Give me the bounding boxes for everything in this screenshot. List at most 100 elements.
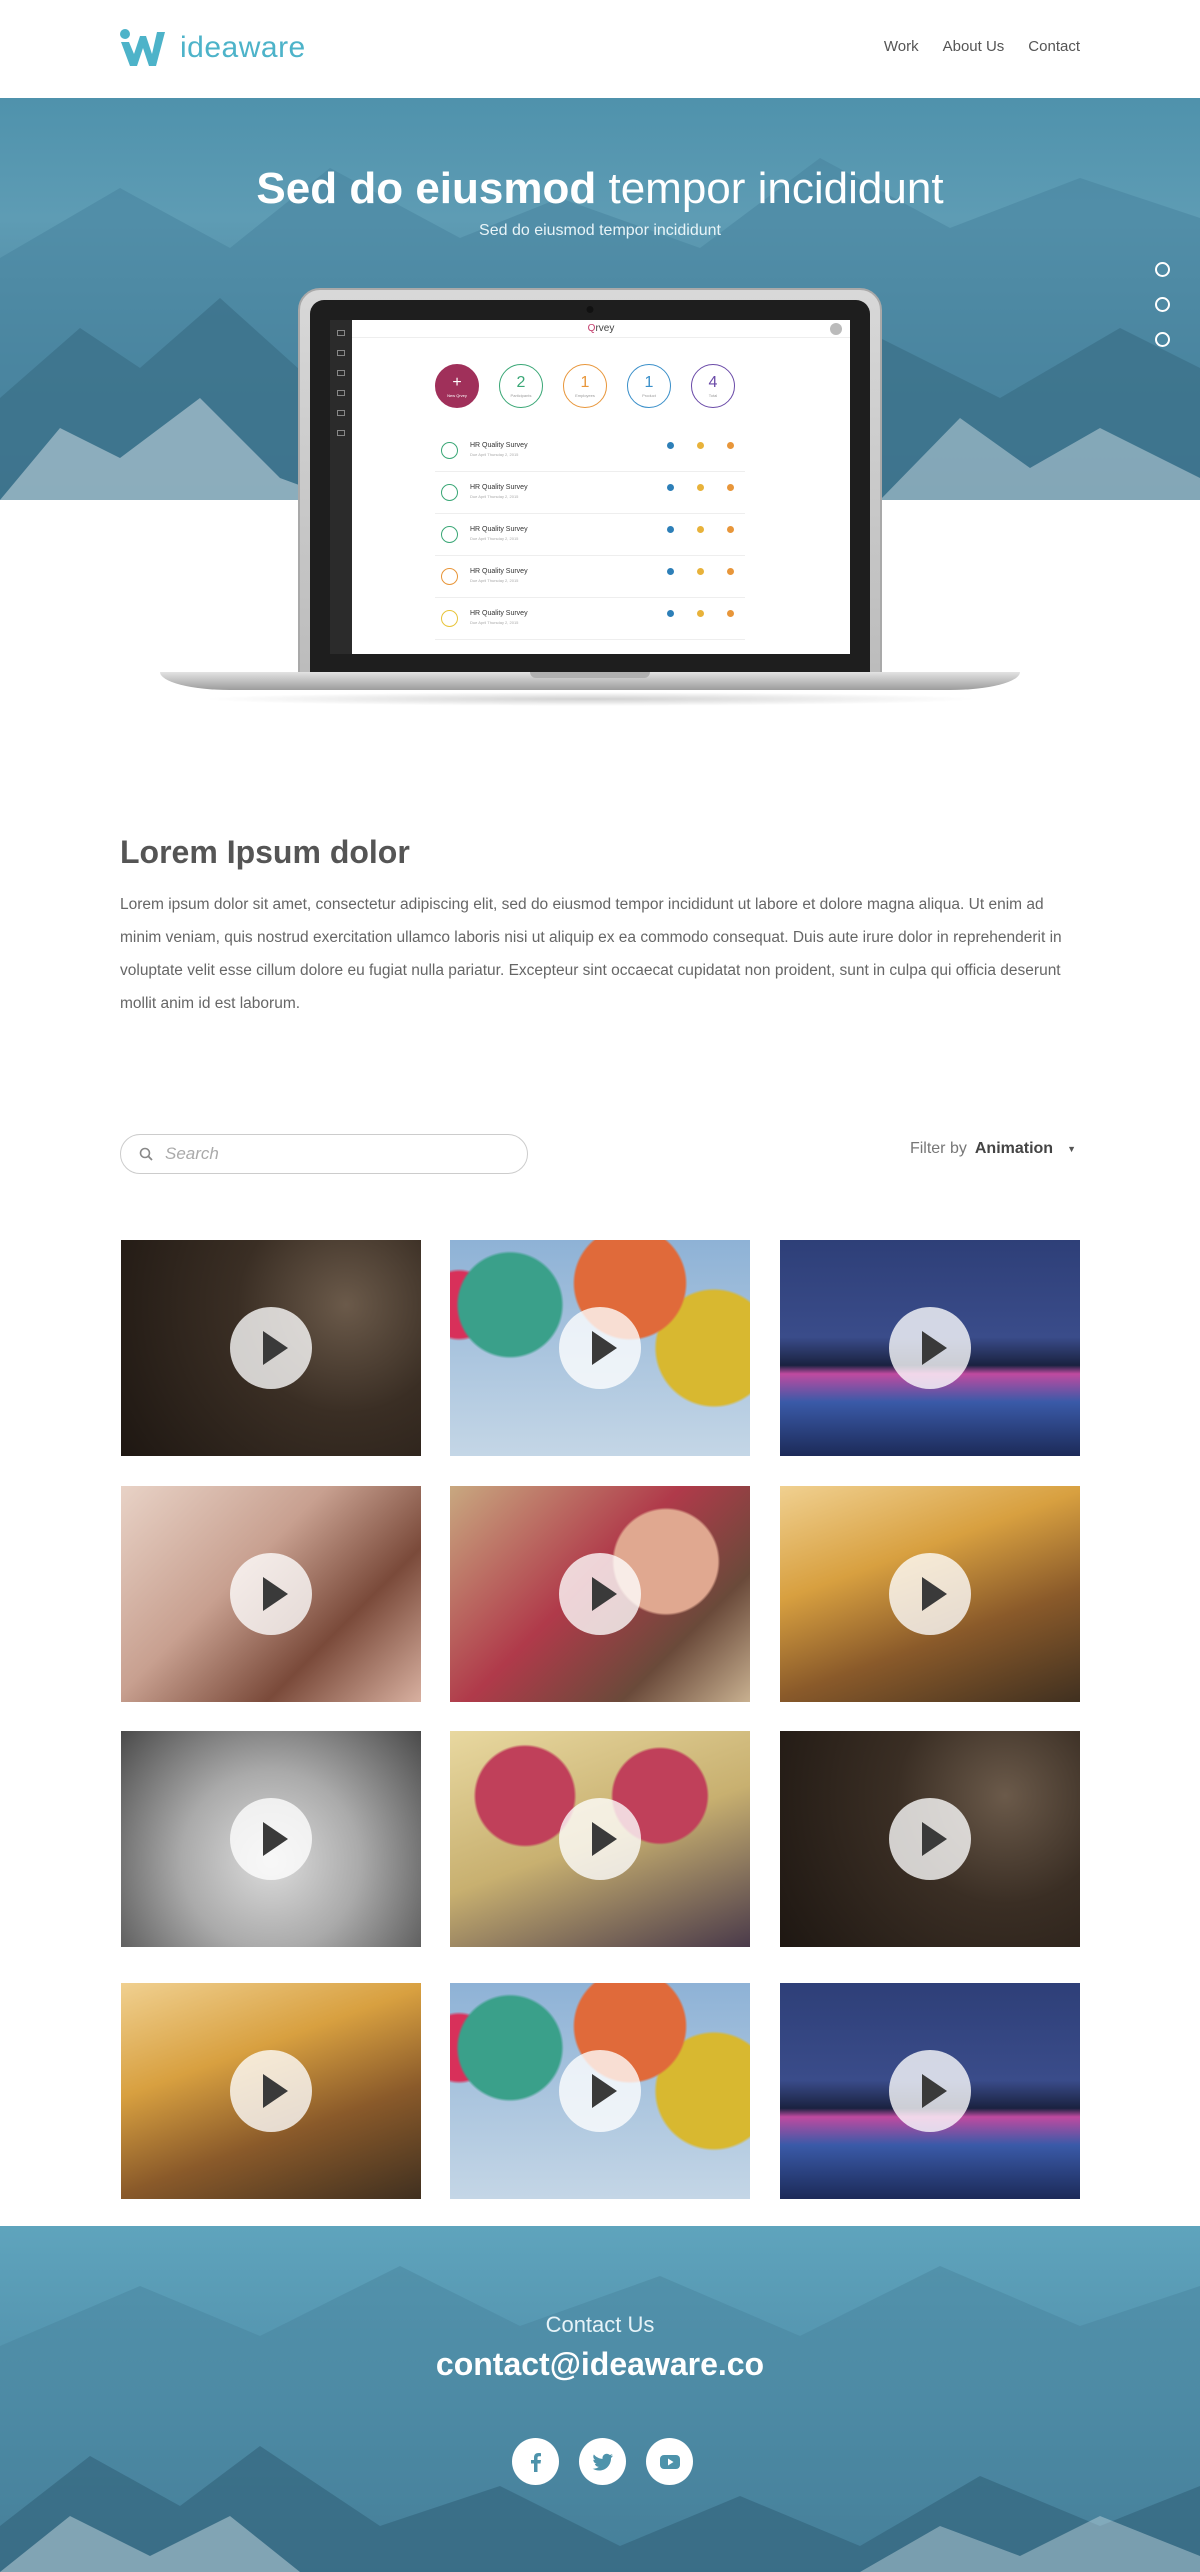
logo-icon (120, 29, 165, 66)
footer-contact-label: Contact Us (545, 2312, 655, 2337)
video-thumbnail[interactable] (450, 1731, 750, 1947)
play-icon[interactable] (889, 2050, 971, 2132)
mountain-background-footer (0, 2266, 1200, 2572)
app-sidebar (330, 320, 352, 654)
play-icon[interactable] (230, 1553, 312, 1635)
play-icon[interactable] (559, 1553, 641, 1635)
stat-label: Participants (510, 392, 532, 398)
laptop-lid: Qrvey + New Qrvey 2 Participants 1 Employees 1… (298, 288, 882, 674)
video-thumbnail[interactable] (450, 1983, 750, 2199)
stat-circle: 2 Participants (499, 364, 543, 408)
survey-metric-icon (727, 610, 734, 617)
brand-name: ideaware (180, 31, 306, 64)
slider-dot-3[interactable] (1155, 332, 1170, 347)
survey-row[interactable]: HR Quality Survey Due April Thursday 2, 2… (435, 430, 745, 472)
youtube-icon[interactable] (646, 2438, 693, 2485)
play-icon[interactable] (889, 1553, 971, 1635)
menu-icon (337, 330, 345, 336)
survey-metric-icon (697, 442, 704, 449)
stat-value: 1 (580, 373, 590, 391)
hero-title-bold: Sed do eiusmod (256, 164, 597, 213)
play-icon[interactable] (230, 1307, 312, 1389)
survey-metric-icon (727, 484, 734, 491)
slider-dot-2[interactable] (1155, 297, 1170, 312)
page: ideaware Work About Us Contact Sed do ei… (0, 0, 1200, 2572)
video-thumbnail[interactable] (780, 1486, 1080, 1702)
main-nav: Work About Us Contact (884, 38, 1080, 55)
intro-title: Lorem Ipsum dolor (120, 834, 410, 870)
footer-email-link[interactable]: contact@ideaware.co (0, 2346, 1200, 2383)
twitter-icon[interactable] (579, 2438, 626, 2485)
mail-icon (337, 430, 345, 436)
video-thumbnail[interactable] (450, 1240, 750, 1456)
play-icon[interactable] (559, 1307, 641, 1389)
slider-dot-1[interactable] (1155, 262, 1170, 277)
app-name-q: Q (587, 323, 596, 334)
survey-row[interactable]: HR Quality Survey Due April Thursday 2, 2… (435, 514, 745, 556)
hero-title: Sed do eiusmod tempor incididunt (0, 164, 1200, 214)
camera-icon (586, 306, 594, 313)
search-icon (139, 1147, 153, 1161)
facebook-icon[interactable] (512, 2438, 559, 2485)
video-thumbnail[interactable] (121, 1983, 421, 2199)
stat-label: Product (642, 392, 656, 398)
app-stats: + New Qrvey 2 Participants 1 Employees 1 Produc… (435, 364, 735, 408)
doc-icon (337, 370, 345, 376)
nav-item-work[interactable]: Work (884, 38, 919, 55)
home-icon (337, 350, 345, 356)
survey-status-icon (441, 610, 458, 627)
stat-circle: 4 Total (691, 364, 735, 408)
survey-metric-icon (727, 442, 734, 449)
facebook-glyph (530, 2452, 541, 2472)
search-input[interactable] (165, 1143, 505, 1165)
logo[interactable]: ideaware (118, 26, 306, 70)
stat-value: 2 (516, 373, 526, 391)
survey-metric-icon (727, 568, 734, 575)
filter-dropdown[interactable]: Filter by Animation ▼ (910, 1140, 1076, 1158)
slider-dots (1155, 262, 1170, 347)
play-icon[interactable] (889, 1798, 971, 1880)
survey-row[interactable]: HR Quality Survey Due April Thursday 2, 2… (435, 556, 745, 598)
stat-value: 4 (708, 373, 718, 391)
survey-metric-icon (667, 526, 674, 533)
video-thumbnail[interactable] (780, 1240, 1080, 1456)
twitter-glyph (592, 2453, 613, 2470)
stat-label: Total (708, 392, 718, 398)
search-box[interactable] (120, 1134, 528, 1174)
video-thumbnail[interactable] (780, 1983, 1080, 2199)
survey-title: HR Quality Survey (470, 484, 528, 491)
play-icon[interactable] (230, 1798, 312, 1880)
stat-label: Employees (575, 392, 595, 398)
survey-date: Due April Thursday 2, 2015 (470, 494, 519, 499)
survey-title: HR Quality Survey (470, 526, 528, 533)
site-header: ideaware Work About Us Contact (0, 0, 1200, 98)
stat-circle: 1 Product (627, 364, 671, 408)
play-icon[interactable] (230, 2050, 312, 2132)
survey-title: HR Quality Survey (470, 568, 528, 575)
play-icon[interactable] (889, 1307, 971, 1389)
survey-status-icon (441, 442, 458, 459)
youtube-glyph (659, 2454, 680, 2469)
play-icon[interactable] (559, 1798, 641, 1880)
nav-item-about-us[interactable]: About Us (943, 38, 1005, 55)
survey-date: Due April Thursday 2, 2015 (470, 452, 519, 457)
survey-metric-icon (697, 526, 704, 533)
laptop-mockup: Qrvey + New Qrvey 2 Participants 1 Employees 1… (160, 288, 1020, 728)
play-icon[interactable] (559, 2050, 641, 2132)
video-thumbnail[interactable] (121, 1240, 421, 1456)
video-thumbnail[interactable] (450, 1486, 750, 1702)
survey-date: Due April Thursday 2, 2015 (470, 620, 519, 625)
hero-subtitle: Sed do eiusmod tempor incididunt (479, 222, 721, 239)
survey-row[interactable]: HR Quality Survey Due April Thursday 2, 2… (435, 472, 745, 514)
survey-row[interactable]: HR Quality Survey Due April Thursday 2, 2… (435, 598, 745, 640)
video-thumbnail[interactable] (121, 1731, 421, 1947)
stat-circle[interactable]: + New Qrvey (435, 364, 479, 408)
video-thumbnail[interactable] (121, 1486, 421, 1702)
survey-date: Due April Thursday 2, 2015 (470, 536, 519, 541)
avatar (830, 323, 842, 335)
caret-down-icon: ▼ (1067, 1144, 1076, 1154)
nav-item-contact[interactable]: Contact (1028, 38, 1080, 55)
survey-list: HR Quality Survey Due April Thursday 2, 2… (435, 430, 745, 640)
video-thumbnail[interactable] (780, 1731, 1080, 1947)
laptop-notch (530, 672, 650, 678)
